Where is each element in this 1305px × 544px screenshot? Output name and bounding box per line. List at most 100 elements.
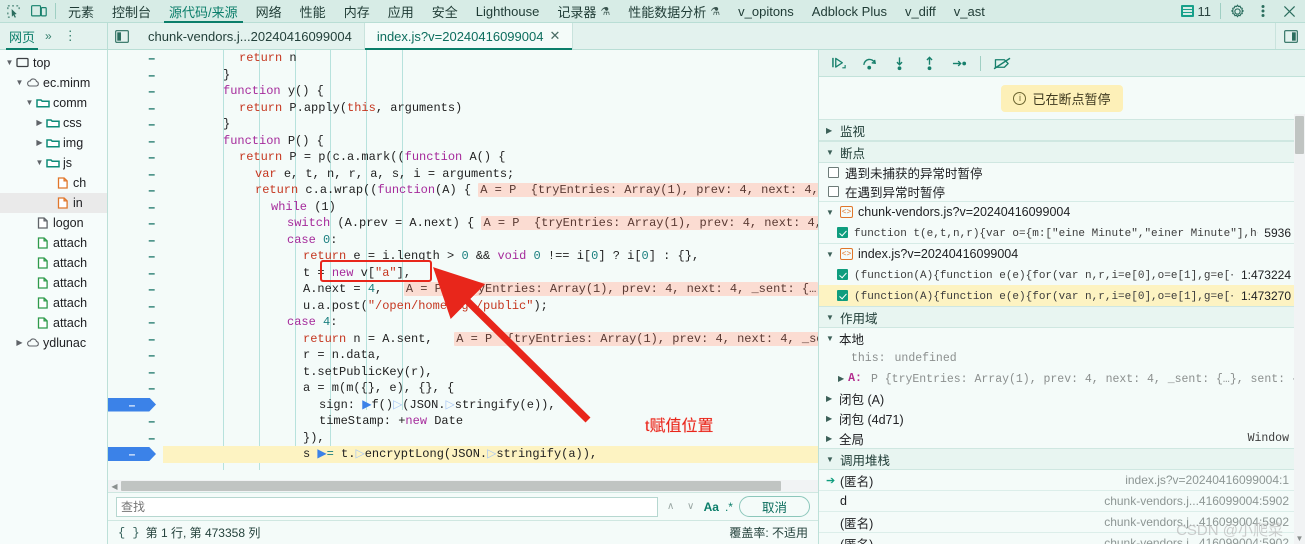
chevron-right-icon[interactable]: ▶ [826, 414, 835, 423]
chevron-down-icon[interactable]: ▼ [826, 250, 835, 259]
breakpoint-item-1-0[interactable]: (function(A){function e(e){for(var n,r,i… [819, 264, 1305, 285]
code-line-13[interactable]: return e = i.length > 0 && void 0 !== i[… [163, 248, 818, 265]
scroll-thumb[interactable] [121, 481, 781, 491]
gutter-line-14[interactable]: – [108, 265, 163, 282]
regex-toggle[interactable]: .* [725, 500, 733, 514]
callstack-section-header[interactable]: ▼ 调用堆栈 [819, 448, 1305, 470]
gutter-line-13[interactable]: – [108, 248, 163, 265]
chevron-down-icon[interactable]: ▼ [4, 59, 15, 67]
editor-horizontal-scrollbar[interactable]: ◀ [108, 480, 818, 492]
file-tab-1[interactable]: index.js?v=20240416099004 ✕ [364, 23, 574, 50]
close-devtools-icon[interactable] [1276, 0, 1302, 22]
panel-tab-12[interactable]: Adblock Plus [803, 0, 896, 23]
code-line-14[interactable]: t = new v["a"], [163, 265, 818, 282]
gutter-line-19[interactable]: – [108, 347, 163, 364]
scroll-thumb[interactable] [1295, 116, 1304, 154]
deactivate-breakpoints-button[interactable] [988, 52, 1016, 74]
breakpoint-item-0-0[interactable]: function t(e,t,n,r){var o={m:["eine Minu… [819, 222, 1305, 243]
panel-tab-0[interactable]: 元素 [59, 0, 103, 23]
code-line-18[interactable]: return n = A.sent, A = P {tryEntries: Ar… [163, 331, 818, 348]
gutter-line-16[interactable]: – [108, 298, 163, 315]
panel-tab-1[interactable]: 控制台 [103, 0, 160, 23]
panel-tab-7[interactable]: 安全 [423, 0, 467, 23]
gutter-breakpoint-22[interactable]: – [108, 397, 163, 414]
code-editor[interactable]: – – – – – – – – – – – – – – – – – – – – – – – – – return n} funct… [108, 50, 818, 480]
gutter-line-11[interactable]: – [108, 215, 163, 232]
pause-exceptions-checkbox[interactable] [828, 186, 839, 197]
breakpoints-section-header[interactable]: ▼ 断点 [819, 141, 1305, 163]
tree-item-5[interactable]: ▼ js [0, 153, 107, 173]
file-navigator[interactable]: ▼ top ▼ ec.minm ▼ comm ▶ css ▶ img ▼ js ch in logon att… [0, 50, 108, 544]
tree-item-1[interactable]: ▼ ec.minm [0, 73, 107, 93]
tree-item-12[interactable]: attach [0, 293, 107, 313]
code-line-16[interactable]: u.a.post("/open/homepage/public"); [163, 298, 818, 315]
scope-row-4[interactable]: ▶ 闭包 (4d71) [819, 408, 1305, 428]
gutter-line-6[interactable]: – [108, 133, 163, 150]
close-icon[interactable]: ✕ [549, 28, 560, 44]
breakpoint-checkbox[interactable] [837, 227, 848, 238]
code-line-10[interactable]: while (1) [163, 199, 818, 216]
tree-item-2[interactable]: ▼ comm [0, 93, 107, 113]
gutter-line-10[interactable]: – [108, 199, 163, 216]
gutter-line-2[interactable]: – [108, 67, 163, 84]
panel-tab-3[interactable]: 网络 [247, 0, 291, 23]
code-line-7[interactable]: return P = p(c.a.mark((function A() { [163, 149, 818, 166]
code-line-17[interactable]: case 4: [163, 314, 818, 331]
debugger-vertical-scrollbar[interactable]: ▼ [1294, 114, 1305, 544]
message-count-badge[interactable]: 11 [1175, 4, 1218, 19]
device-toolbar-icon[interactable] [26, 0, 52, 22]
pause-uncaught-row[interactable]: 遇到未捕获的异常时暂停 [819, 163, 1305, 182]
chevron-down-icon[interactable]: ▼ [826, 208, 835, 217]
scroll-down-icon[interactable]: ▼ [1295, 534, 1304, 543]
tree-item-14[interactable]: ▶ ydlunac [0, 333, 107, 353]
scope-row-1[interactable]: this: undefined [819, 348, 1305, 368]
code-line-23[interactable]: timeStamp: +new Date [163, 413, 818, 430]
chevron-down-icon[interactable]: ▼ [826, 334, 835, 343]
callstack-row-1[interactable]: d chunk-vendors.j...416099004:5902 [819, 491, 1305, 512]
scope-section-header[interactable]: ▼ 作用域 [819, 306, 1305, 328]
gutter-line-7[interactable]: – [108, 149, 163, 166]
gutter-line-15[interactable]: – [108, 281, 163, 298]
scroll-left-icon[interactable]: ◀ [108, 482, 121, 491]
gutter-line-17[interactable]: – [108, 314, 163, 331]
gutter-line-12[interactable]: – [108, 232, 163, 249]
panel-tab-11[interactable]: v_opitons [729, 0, 803, 23]
gutter-line-18[interactable]: – [108, 331, 163, 348]
step-over-button[interactable] [855, 52, 883, 74]
cancel-button[interactable]: 取消 [738, 496, 810, 517]
panel-tab-9[interactable]: 记录器 ⚗ [548, 0, 619, 23]
code-line-2[interactable]: } [163, 67, 818, 84]
code-line-21[interactable]: a = m(m({}, e), {}, { [163, 380, 818, 397]
gear-icon[interactable] [1224, 0, 1250, 22]
code-line-4[interactable]: return P.apply(this, arguments) [163, 100, 818, 117]
breakpoint-marker[interactable]: – [108, 397, 156, 412]
pause-uncaught-checkbox[interactable] [828, 167, 839, 178]
chevron-right-icon[interactable]: ▶ [14, 339, 25, 347]
tree-item-13[interactable]: attach [0, 313, 107, 333]
panel-tab-4[interactable]: 性能 [291, 0, 335, 23]
step-button[interactable] [945, 52, 973, 74]
code-line-22[interactable]: sign: ▶f()▷(JSON.▷stringify(e)), [163, 397, 818, 414]
search-input[interactable] [116, 496, 658, 517]
scope-row-2[interactable]: ▶ A: P {tryEntries: Array(1), prev: 4, nex… [819, 368, 1305, 388]
scope-row-5[interactable]: ▶ 全局 Window [819, 428, 1305, 448]
tab-page[interactable]: 网页 [6, 23, 39, 50]
tree-item-8[interactable]: logon [0, 213, 107, 233]
tree-item-3[interactable]: ▶ css [0, 113, 107, 133]
breakpoint-marker[interactable]: – [108, 447, 156, 461]
tree-item-4[interactable]: ▶ img [0, 133, 107, 153]
breakpoint-item-1-1[interactable]: (function(A){function e(e){for(var n,r,i… [819, 285, 1305, 306]
gutter-breakpoint-25[interactable]: – [108, 446, 163, 463]
breakpoint-checkbox[interactable] [837, 269, 848, 280]
code-line-12[interactable]: case 0: [163, 232, 818, 249]
code-line-25[interactable]: s ▶= t.▷encryptLong(JSON.▷stringify(a)), [163, 446, 818, 463]
chevron-right-icon[interactable]: ▶ [826, 394, 835, 403]
panel-tab-13[interactable]: v_diff [896, 0, 945, 23]
gutter-line-9[interactable]: – [108, 182, 163, 199]
tree-item-10[interactable]: attach [0, 253, 107, 273]
tree-item-6[interactable]: ch [0, 173, 107, 193]
breakpoint-checkbox[interactable] [837, 290, 848, 301]
match-case-toggle[interactable]: Aa [704, 500, 719, 514]
resume-button[interactable] [825, 52, 853, 74]
breakpoint-file-0[interactable]: ▼ <> chunk-vendors.js?v=20240416099004 [819, 201, 1305, 222]
